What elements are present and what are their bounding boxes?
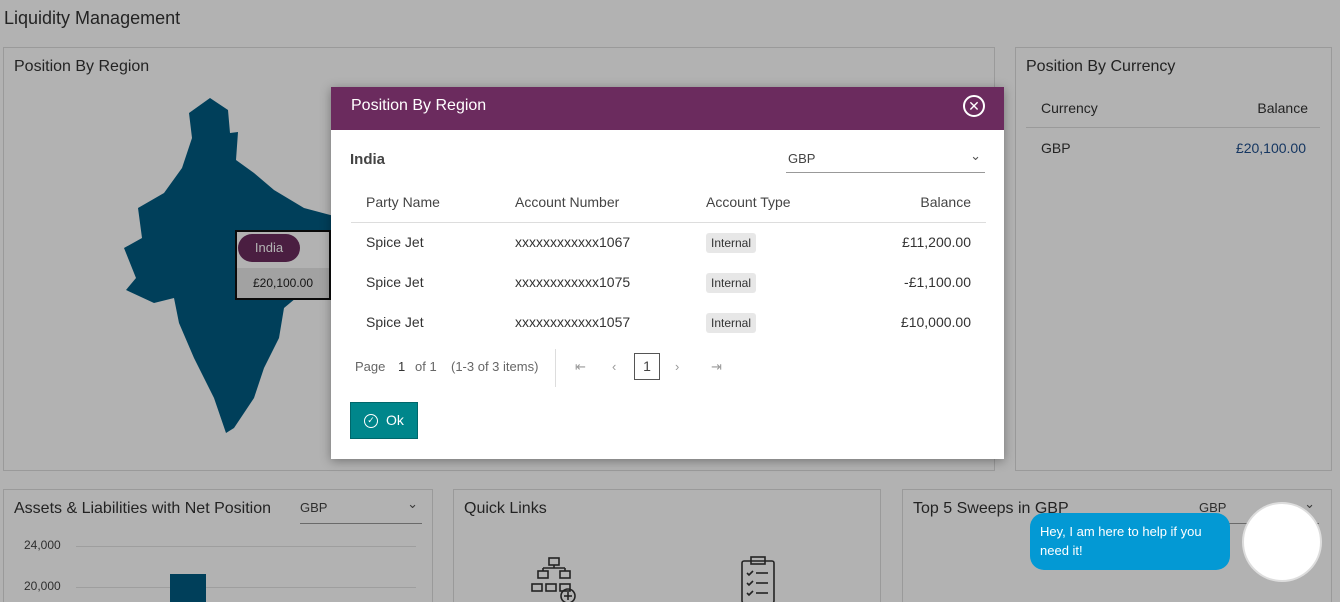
table-row[interactable]: Spice Jet xxxxxxxxxxxx1067 Internal £11,… bbox=[351, 223, 986, 263]
items-count: (1-3 of 3 items) bbox=[451, 359, 539, 374]
modal-currency-select[interactable]: GBP ⌄ bbox=[786, 145, 985, 173]
ok-button[interactable]: ✓ Ok bbox=[350, 402, 418, 439]
party-name: Spice Jet bbox=[366, 274, 424, 290]
party-name: Spice Jet bbox=[366, 314, 424, 330]
prev-page-icon[interactable]: ‹ bbox=[612, 359, 616, 374]
region-label: India bbox=[350, 151, 386, 168]
balance-value: £10,000.00 bbox=[900, 314, 971, 330]
account-number: xxxxxxxxxxxx1075 bbox=[515, 274, 631, 290]
pagination: Page 1 of 1 (1-3 of 3 items) ⇤ ‹ 1 › ⇥ bbox=[355, 349, 755, 389]
first-page-icon[interactable]: ⇤ bbox=[575, 359, 586, 375]
table-row[interactable]: Spice Jet xxxxxxxxxxxx1075 Internal -£1,… bbox=[351, 263, 986, 303]
ok-label: Ok bbox=[386, 412, 404, 428]
check-circle-icon: ✓ bbox=[364, 414, 378, 428]
party-name: Spice Jet bbox=[366, 234, 424, 250]
page-label: Page bbox=[355, 359, 386, 374]
chevron-down-icon: ⌄ bbox=[970, 148, 981, 163]
table-row[interactable]: Spice Jet xxxxxxxxxxxx1057 Internal £10,… bbox=[351, 303, 986, 343]
account-type-badge: Internal bbox=[706, 273, 757, 293]
position-by-region-modal: Position By Region ✕ India GBP ⌄ Party N… bbox=[331, 87, 1004, 459]
divider bbox=[555, 349, 556, 387]
account-type-badge: Internal bbox=[706, 313, 757, 333]
column-header-balance[interactable]: Balance bbox=[920, 194, 971, 210]
table-header: Party Name Account Number Account Type B… bbox=[351, 187, 986, 223]
close-icon[interactable]: ✕ bbox=[963, 95, 985, 117]
next-page-icon[interactable]: › bbox=[675, 359, 679, 374]
balance-value: £11,200.00 bbox=[901, 234, 971, 250]
chat-message-bubble[interactable]: Hey, I am here to help if you need it! bbox=[1030, 513, 1230, 570]
modal-header: Position By Region ✕ bbox=[331, 87, 1004, 130]
column-header-type[interactable]: Account Type bbox=[706, 194, 791, 210]
balance-value: -£1,100.00 bbox=[904, 274, 971, 290]
select-value: GBP bbox=[788, 151, 816, 166]
current-page-box[interactable]: 1 bbox=[634, 353, 660, 380]
account-number: xxxxxxxxxxxx1067 bbox=[515, 234, 631, 250]
page-of-label: of 1 bbox=[415, 359, 437, 374]
page-number: 1 bbox=[398, 359, 406, 374]
chatbot-avatar[interactable] bbox=[1242, 502, 1322, 582]
modal-title: Position By Region bbox=[351, 97, 487, 114]
account-type-badge: Internal bbox=[706, 233, 757, 253]
last-page-icon[interactable]: ⇥ bbox=[711, 359, 722, 375]
column-header-party[interactable]: Party Name bbox=[366, 194, 440, 210]
account-number: xxxxxxxxxxxx1057 bbox=[515, 314, 631, 330]
column-header-account[interactable]: Account Number bbox=[515, 194, 619, 210]
